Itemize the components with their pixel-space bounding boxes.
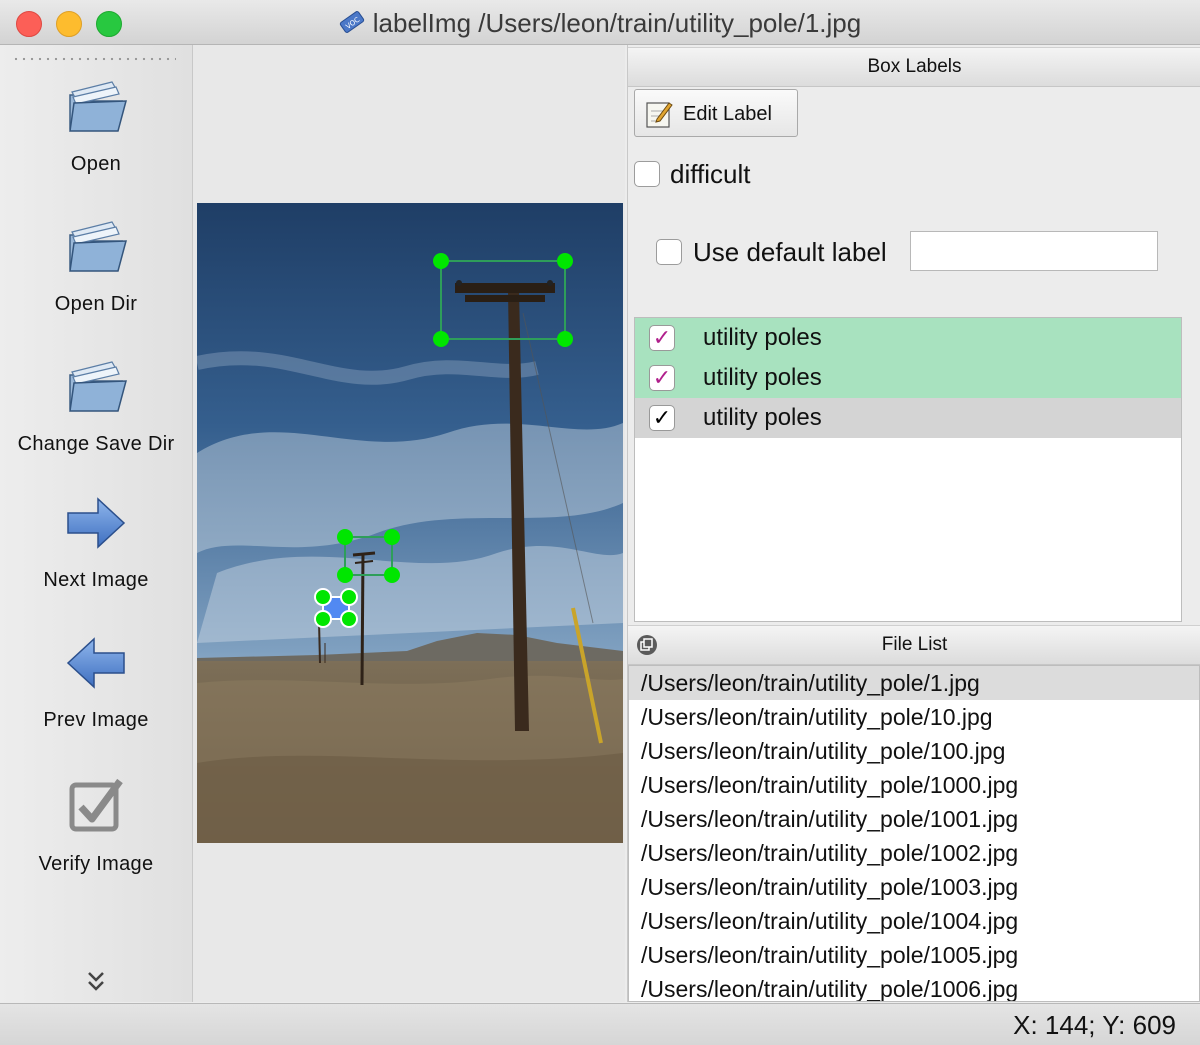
right-panel: Box Labels Edit Label difficult Use defa… — [627, 45, 1200, 1002]
file-list-item[interactable]: /Users/leon/train/utility_pole/1004.jpg — [629, 904, 1199, 938]
undock-icon[interactable] — [636, 634, 658, 656]
use-default-label-checkbox[interactable] — [656, 239, 682, 265]
edit-label-button[interactable]: Edit Label — [634, 89, 798, 137]
arrow-left-icon — [66, 637, 125, 689]
default-label-input[interactable] — [910, 231, 1158, 271]
annotated-image[interactable] — [197, 203, 623, 843]
label-list-item[interactable]: ✓ utility poles — [635, 398, 1181, 438]
toolbar: Open Open Dir Change Save Dir Next Image… — [0, 45, 193, 1002]
edit-note-icon — [646, 102, 673, 128]
difficult-label: difficult — [670, 159, 751, 189]
use-default-label-text: Use default label — [693, 237, 887, 267]
title-bar: VOC labelImg /Users/leon/train/utility_p… — [0, 0, 1200, 45]
open-dir-button-label: Open Dir — [54, 293, 138, 315]
next-image-button[interactable]: Next Image — [0, 491, 192, 592]
folder-icon — [69, 361, 127, 412]
file-list-item[interactable]: /Users/leon/train/utility_pole/1.jpg — [629, 666, 1199, 700]
folder-icon — [69, 221, 127, 272]
file-list-item[interactable]: /Users/leon/train/utility_pole/1002.jpg — [629, 836, 1199, 870]
verify-image-button[interactable]: Verify Image — [0, 775, 192, 876]
cursor-coordinates: X: 144; Y: 609 — [1013, 1010, 1176, 1040]
checkbox-icon — [69, 778, 123, 832]
label-list-item[interactable]: ✓ utility poles — [635, 358, 1181, 398]
next-image-button-label: Next Image — [43, 569, 149, 591]
label-visibility-checkbox[interactable]: ✓ — [649, 365, 675, 391]
file-list-item[interactable]: /Users/leon/train/utility_pole/1001.jpg — [629, 802, 1199, 836]
change-save-dir-button[interactable]: Change Save Dir — [0, 355, 192, 456]
file-list-item[interactable]: /Users/leon/train/utility_pole/1006.jpg — [629, 972, 1199, 1001]
file-list[interactable]: /Users/leon/train/utility_pole/1.jpg /Us… — [628, 665, 1200, 1002]
label-visibility-checkbox[interactable]: ✓ — [649, 405, 675, 431]
double-chevron-down-icon[interactable] — [84, 967, 108, 997]
window-title-wrap: VOC labelImg /Users/leon/train/utility_p… — [0, 8, 1200, 39]
box-labels-title: Box Labels — [628, 47, 1200, 87]
file-list-item[interactable]: /Users/leon/train/utility_pole/1003.jpg — [629, 870, 1199, 904]
file-list-item[interactable]: /Users/leon/train/utility_pole/1000.jpg — [629, 768, 1199, 802]
folder-icon — [69, 81, 127, 132]
difficult-checkbox[interactable] — [634, 161, 660, 187]
toolbar-grip[interactable] — [12, 57, 176, 61]
verify-image-button-label: Verify Image — [38, 853, 154, 875]
prev-image-button[interactable]: Prev Image — [0, 631, 192, 732]
prev-image-button-label: Prev Image — [43, 709, 149, 731]
open-dir-button[interactable]: Open Dir — [0, 215, 192, 316]
window-title: labelImg /Users/leon/train/utility_pole/… — [372, 8, 862, 38]
file-list-item[interactable]: /Users/leon/train/utility_pole/10.jpg — [629, 700, 1199, 734]
change-save-dir-button-label: Change Save Dir — [17, 433, 175, 455]
file-list-header: File List — [628, 625, 1200, 665]
file-list-item[interactable]: /Users/leon/train/utility_pole/100.jpg — [629, 734, 1199, 768]
file-list-item[interactable]: /Users/leon/train/utility_pole/1005.jpg — [629, 938, 1199, 972]
label-text: utility poles — [703, 324, 822, 351]
voc-tag-icon: VOC — [339, 11, 364, 33]
open-button[interactable]: Open — [0, 75, 192, 176]
edit-label-button-text: Edit Label — [683, 103, 772, 125]
label-text: utility poles — [703, 364, 822, 391]
image-canvas[interactable] — [193, 45, 625, 1002]
label-visibility-checkbox[interactable]: ✓ — [649, 325, 675, 351]
status-bar: X: 144; Y: 609 — [0, 1003, 1200, 1045]
label-text: utility poles — [703, 404, 822, 431]
file-list-title: File List — [881, 634, 948, 655]
label-list-item[interactable]: ✓ utility poles — [635, 318, 1181, 358]
box-label-list[interactable]: ✓ utility poles ✓ utility poles ✓ utilit… — [634, 317, 1182, 622]
arrow-right-icon — [67, 497, 126, 549]
open-button-label: Open — [70, 153, 122, 175]
